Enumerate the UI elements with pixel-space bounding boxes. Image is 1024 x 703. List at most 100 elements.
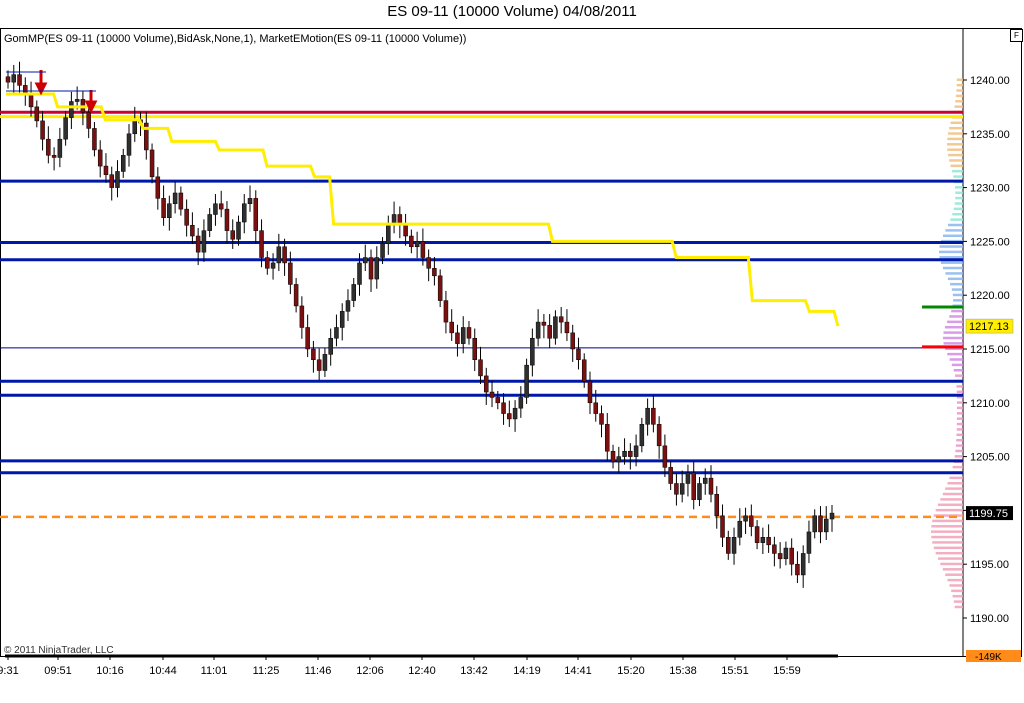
y-tick-label: 1230.00 (970, 183, 1010, 195)
volume-profile-bar (946, 143, 963, 146)
candle-body (63, 117, 68, 140)
candle-body (507, 413, 512, 420)
candle-body (535, 321, 541, 339)
candle-body (74, 99, 80, 102)
candle-body (253, 198, 259, 231)
volume-profile-bar (956, 438, 963, 442)
volume-profile-bar (949, 315, 963, 318)
volume-profile-bar (953, 600, 963, 603)
red-arrow-marker (84, 90, 98, 114)
candle-body (316, 359, 322, 371)
volume-profile-bar (956, 433, 963, 437)
candle-body (605, 424, 610, 452)
candle-body (328, 337, 333, 355)
volume-profile-bar (935, 508, 963, 512)
x-tick-label: 14:19 (513, 665, 541, 677)
candle-body (495, 397, 501, 404)
volume-profile-bar (949, 358, 963, 361)
candle-body (120, 155, 126, 172)
candle-body (800, 553, 806, 576)
x-tick-label: 13:42 (460, 665, 488, 677)
volume-profile-bar (949, 476, 963, 480)
x-tick-label: 10:44 (149, 665, 177, 677)
plot-frame (0, 28, 1022, 657)
y-tick-label: 1205.00 (970, 452, 1010, 464)
volume-profile-bar (942, 336, 963, 340)
candle-body (34, 106, 40, 122)
volume-profile-bar (955, 444, 963, 447)
candle-body (662, 445, 668, 468)
candle-body (466, 327, 472, 339)
candle-body (547, 325, 552, 339)
candle-body (656, 424, 662, 447)
volume-profile-bar (956, 385, 963, 388)
flag-button[interactable]: F (1010, 29, 1023, 42)
volume-profile-bar (956, 83, 963, 87)
candle-body (720, 515, 725, 538)
volume-profile-bar (950, 218, 963, 221)
volume-profile-bar (947, 223, 963, 227)
y-tick-label: 1225.00 (970, 236, 1010, 248)
candle-body (651, 407, 656, 425)
candle-body (368, 257, 374, 280)
candle-body (553, 316, 558, 339)
candle-body (69, 101, 74, 118)
volume-profile-bar (942, 568, 963, 571)
y-tick-label: 1215.00 (970, 344, 1010, 356)
red-arrow-marker (34, 70, 48, 96)
y-tick-label: 1195.00 (970, 559, 1009, 571)
candle-body (795, 563, 800, 576)
candle-body (242, 203, 247, 223)
candle-body (149, 149, 155, 178)
candle-body (726, 537, 731, 554)
volume-profile-bar (955, 374, 963, 377)
x-tick-label: 15:38 (669, 665, 697, 677)
candle-body (155, 176, 161, 199)
candle-body (484, 375, 489, 393)
candle-body (195, 235, 201, 253)
volume-profile-bar (956, 412, 963, 415)
candle-body (190, 225, 195, 237)
volume-profile-bar (947, 320, 963, 324)
candle-body (270, 262, 276, 269)
volume-profile-bar (952, 213, 963, 216)
candle-body (639, 424, 645, 447)
x-tick-label: 11:25 (253, 665, 280, 677)
candle-body (628, 450, 633, 457)
candle-body (472, 337, 477, 361)
candle-body (460, 327, 466, 344)
candle-body (558, 316, 564, 323)
volume-profile-bar (943, 331, 963, 334)
candle-body (207, 214, 212, 231)
volume-profile-bar (948, 132, 963, 135)
volume-profile-bar (951, 288, 963, 291)
candle-body (576, 348, 581, 361)
volume-profile-bar (943, 342, 963, 345)
x-tick-label: 15:20 (617, 665, 645, 677)
candle-body (357, 262, 362, 285)
volume-profile-bar (953, 299, 963, 302)
candle-body (178, 192, 184, 210)
candle-body (299, 305, 305, 328)
volume-profile-bar (956, 89, 963, 92)
candle-body (414, 241, 420, 248)
volume-profile-bar (955, 191, 963, 194)
copyright-notice: © 2011 NinjaTrader, LLC (4, 645, 114, 656)
price-chart[interactable]: 1240.00 1235.00 1230.00 1225.00 1220.00 1215.… (0, 0, 1024, 703)
candle-body (23, 85, 28, 94)
candle-body (432, 268, 437, 277)
candle-body (184, 208, 189, 226)
candle-body (478, 359, 483, 377)
x-tick-label: 9:31 (0, 665, 19, 677)
volume-profile-bar (939, 256, 963, 259)
volume-profile-bar (944, 325, 963, 329)
candle-body (823, 518, 829, 533)
candle-body (691, 472, 696, 500)
candle-body (731, 537, 737, 554)
candle-body (668, 467, 673, 484)
candle-body (259, 230, 264, 258)
x-tick-label: 11:01 (201, 665, 228, 677)
candle-body (103, 165, 109, 175)
volume-profile-bar (931, 530, 963, 533)
candle-body (766, 537, 771, 546)
